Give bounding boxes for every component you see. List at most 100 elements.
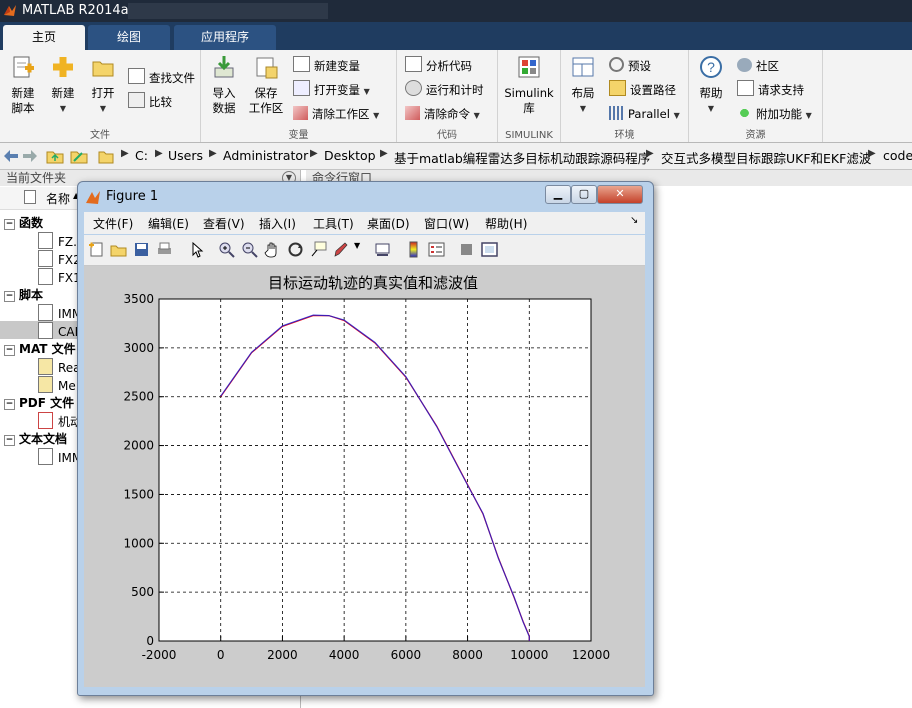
new-figure-icon[interactable] xyxy=(88,241,105,258)
import-data-icon xyxy=(214,56,234,78)
clear-workspace-dropdown-icon[interactable]: ▼ xyxy=(373,111,379,120)
crumb-c[interactable]: C: xyxy=(135,148,148,163)
dock-arrow-icon[interactable]: ↘ xyxy=(630,215,638,226)
group-pdf-files[interactable]: − PDF 文件 xyxy=(4,394,74,412)
minimize-button[interactable]: ▁ xyxy=(545,185,571,204)
up-folder-icon[interactable] xyxy=(46,148,64,164)
menu-window[interactable]: 窗口(W) xyxy=(424,215,469,232)
layout-dropdown-icon[interactable]: ▼ xyxy=(567,101,599,116)
list-item[interactable]: 机动 xyxy=(38,412,82,430)
collapse-toggle-icon[interactable]: − xyxy=(4,291,15,302)
request-support-button[interactable]: 请求支持 xyxy=(737,80,804,100)
open-button[interactable]: 打开 ▼ xyxy=(86,54,120,116)
crumb-separator: ▶ xyxy=(155,148,163,159)
trajectory-chart[interactable]: 目标运动轨迹的真实值和滤波值 -2000 0 2000 4000 6000 8000 100… xyxy=(84,266,645,687)
tab-home[interactable]: 主页 xyxy=(3,25,85,50)
group-functions[interactable]: − 函数 xyxy=(4,214,43,232)
parallel-button[interactable]: Parallel ▼ xyxy=(609,104,680,124)
pointer-icon[interactable] xyxy=(188,241,205,258)
maximize-button[interactable]: ▢ xyxy=(571,185,597,204)
menu-insert[interactable]: 插入(I) xyxy=(259,215,296,232)
new-button[interactable]: 新建 ▼ xyxy=(46,54,80,116)
crumb-desktop[interactable]: Desktop xyxy=(324,148,376,163)
list-item[interactable]: FX2 xyxy=(38,250,81,268)
colorbar-icon[interactable] xyxy=(405,241,422,258)
group-text-files[interactable]: − 文本文档 xyxy=(4,430,67,448)
zoom-out-icon[interactable] xyxy=(241,241,258,258)
pan-hand-icon[interactable] xyxy=(264,241,281,258)
menu-tools[interactable]: 工具(T) xyxy=(313,215,354,232)
group-mat-files[interactable]: − MAT 文件 xyxy=(4,340,76,358)
add-ons-button[interactable]: 附加功能 ▼ xyxy=(737,104,812,124)
simulink-library-button[interactable]: Simulink 库 xyxy=(502,54,556,116)
list-item[interactable]: Me xyxy=(38,376,76,394)
figure-title: Figure 1 xyxy=(106,189,159,204)
link-plot-icon[interactable] xyxy=(374,241,391,258)
collapse-toggle-icon[interactable]: − xyxy=(4,435,15,446)
crumb-code[interactable]: code xyxy=(883,148,912,163)
print-icon[interactable] xyxy=(156,241,173,258)
data-cursor-icon[interactable] xyxy=(310,241,327,258)
list-item[interactable]: IMM xyxy=(38,448,82,466)
brush-icon[interactable] xyxy=(333,241,350,258)
parallel-dropdown-icon[interactable]: ▼ xyxy=(674,111,680,120)
legend-icon[interactable] xyxy=(428,241,445,258)
brush-dropdown-icon[interactable]: ▼ xyxy=(354,241,362,258)
clear-commands-dropdown-icon[interactable]: ▼ xyxy=(474,111,480,120)
help-dropdown-icon[interactable]: ▼ xyxy=(695,101,727,116)
add-ons-dropdown-icon[interactable]: ▼ xyxy=(806,111,812,120)
menu-desktop[interactable]: 桌面(D) xyxy=(367,215,410,232)
new-script-button[interactable]: 新建 脚本 xyxy=(6,54,40,116)
name-column-header[interactable]: 名称 xyxy=(46,190,70,207)
set-path-button[interactable]: 设置路径 xyxy=(609,80,676,100)
collapse-toggle-icon[interactable]: − xyxy=(4,345,15,356)
close-button[interactable]: ✕ xyxy=(597,185,643,204)
crumb-project-folder[interactable]: 基于matlab编程雷达多目标机动跟踪源码程序 xyxy=(394,148,650,167)
clear-commands-button[interactable]: 清除命令 ▼ xyxy=(405,104,480,124)
menu-edit[interactable]: 编辑(E) xyxy=(148,215,189,232)
preferences-button[interactable]: 预设 xyxy=(609,56,651,76)
community-button[interactable]: 社区 xyxy=(737,56,779,76)
plot-area[interactable] xyxy=(158,298,592,642)
zoom-in-icon[interactable] xyxy=(218,241,235,258)
help-button[interactable]: ? 帮助 ▼ xyxy=(695,54,727,116)
collapse-toggle-icon[interactable]: − xyxy=(4,399,15,410)
run-and-time-button[interactable]: 运行和计时 xyxy=(405,80,484,100)
clear-workspace-button[interactable]: 清除工作区 ▼ xyxy=(293,104,379,124)
group-label: MAT 文件 xyxy=(19,342,76,356)
find-files-button[interactable]: 查找文件 xyxy=(128,68,195,88)
new-variable-button[interactable]: 新建变量 xyxy=(293,56,360,76)
list-item[interactable]: FX1 xyxy=(38,268,81,286)
import-data-button[interactable]: 导入 数据 xyxy=(205,54,243,116)
new-dropdown-icon[interactable]: ▼ xyxy=(46,101,80,116)
compare-button[interactable]: 比较 xyxy=(128,92,172,112)
crumb-users[interactable]: Users xyxy=(168,148,203,163)
tab-plots[interactable]: 绘图 xyxy=(88,25,170,50)
hide-plot-tools-icon[interactable] xyxy=(458,241,475,258)
group-scripts[interactable]: − 脚本 xyxy=(4,286,43,304)
crumb-imm-folder[interactable]: 交互式多模型目标跟踪UKF和EKF滤波 xyxy=(661,148,871,167)
open-dropdown-icon[interactable]: ▼ xyxy=(86,101,120,116)
list-item[interactable]: Rea xyxy=(38,358,81,376)
list-item-selected[interactable]: CAE xyxy=(38,322,82,340)
tab-apps[interactable]: 应用程序 xyxy=(174,25,276,50)
rotate-3d-icon[interactable] xyxy=(287,241,304,258)
open-file-icon[interactable] xyxy=(110,241,127,258)
menu-view[interactable]: 查看(V) xyxy=(203,215,245,232)
menu-file[interactable]: 文件(F) xyxy=(93,215,133,232)
save-workspace-button[interactable]: 保存 工作区 xyxy=(245,54,287,116)
open-variable-dropdown-icon[interactable]: ▼ xyxy=(364,87,370,96)
browse-folder-icon[interactable] xyxy=(70,148,88,164)
forward-arrow-icon[interactable] xyxy=(22,149,38,163)
list-item[interactable]: IMM xyxy=(38,304,82,322)
layout-button[interactable]: 布局 ▼ xyxy=(567,54,599,116)
collapse-toggle-icon[interactable]: − xyxy=(4,219,15,230)
menu-help[interactable]: 帮助(H) xyxy=(485,215,527,232)
show-plot-tools-icon[interactable] xyxy=(481,241,498,258)
open-variable-button[interactable]: 打开变量 ▼ xyxy=(293,80,370,100)
list-item[interactable]: FZ.r xyxy=(38,232,82,250)
analyze-code-button[interactable]: 分析代码 xyxy=(405,56,472,76)
back-arrow-icon[interactable] xyxy=(3,149,19,163)
crumb-administrator[interactable]: Administrator xyxy=(223,148,308,163)
save-figure-icon[interactable] xyxy=(133,241,150,258)
